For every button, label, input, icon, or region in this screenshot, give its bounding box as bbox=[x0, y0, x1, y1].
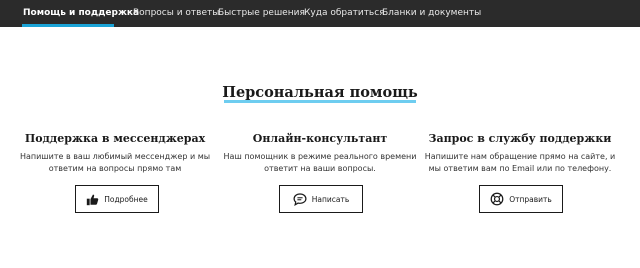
nav-item-forms-documents[interactable]: Бланки и документы bbox=[382, 0, 481, 27]
messenger-support-text-line2: ответим на вопросы прямо там bbox=[48, 164, 182, 173]
more-button[interactable]: Подробнее bbox=[75, 185, 159, 213]
messenger-support-title: Поддержка в мессенджерах bbox=[24, 132, 206, 145]
nav-item-faq[interactable]: Вопросы и ответы bbox=[133, 0, 219, 27]
online-consultant-text-line2: ответит на ваши вопросы. bbox=[264, 164, 376, 173]
section-title-wrap: Персональная помощь bbox=[222, 84, 418, 103]
section-title-container: Персональная помощь bbox=[0, 84, 640, 103]
page-title: Персональная помощь bbox=[222, 84, 418, 101]
support-request-text: Напишите нам обращение прямо на сайте, и… bbox=[415, 151, 625, 175]
nav-item-where-to-go[interactable]: Куда обратиться bbox=[304, 0, 385, 27]
messenger-support-column: Поддержка в мессенджерах Напишите в ваш … bbox=[10, 132, 220, 175]
nav-item-quick-solutions[interactable]: Быстрые решения bbox=[218, 0, 305, 27]
support-request-text-line2: мы ответим вам по Email или по телефону. bbox=[428, 164, 612, 173]
chat-bubble-icon bbox=[293, 192, 307, 206]
write-button[interactable]: Написать bbox=[279, 185, 363, 213]
title-underline bbox=[224, 100, 416, 103]
thumbs-up-icon bbox=[86, 193, 99, 206]
messenger-support-text: Напишите в ваш любимый мессенджер и мы о… bbox=[10, 151, 220, 175]
active-tab-indicator bbox=[22, 24, 114, 27]
write-button-label: Написать bbox=[311, 194, 350, 204]
more-button-label: Подробнее bbox=[104, 194, 148, 204]
send-button-label: Отправить bbox=[509, 194, 552, 204]
send-button[interactable]: Отправить bbox=[479, 185, 563, 213]
online-consultant-text: Наш помощник в режиме реального времени … bbox=[215, 151, 425, 175]
online-consultant-title: Онлайн-консультант bbox=[252, 132, 388, 145]
support-request-column: Запрос в службу поддержки Напишите нам о… bbox=[415, 132, 625, 175]
support-request-text-line1: Напишите нам обращение прямо на сайте, и bbox=[424, 152, 616, 161]
support-request-title: Запрос в службу поддержки bbox=[428, 132, 612, 145]
nav-item-help-support[interactable]: Помощь и поддержка bbox=[23, 0, 139, 27]
online-consultant-column: Онлайн-консультант Наш помощник в режиме… bbox=[215, 132, 425, 175]
online-consultant-text-line1: Наш помощник в режиме реального времени bbox=[223, 152, 417, 161]
lifebuoy-icon bbox=[490, 192, 504, 206]
messenger-support-text-line1: Напишите в ваш любимый мессенджер и мы bbox=[19, 152, 211, 161]
top-navigation: Помощь и поддержка Вопросы и ответы Быст… bbox=[0, 0, 640, 27]
